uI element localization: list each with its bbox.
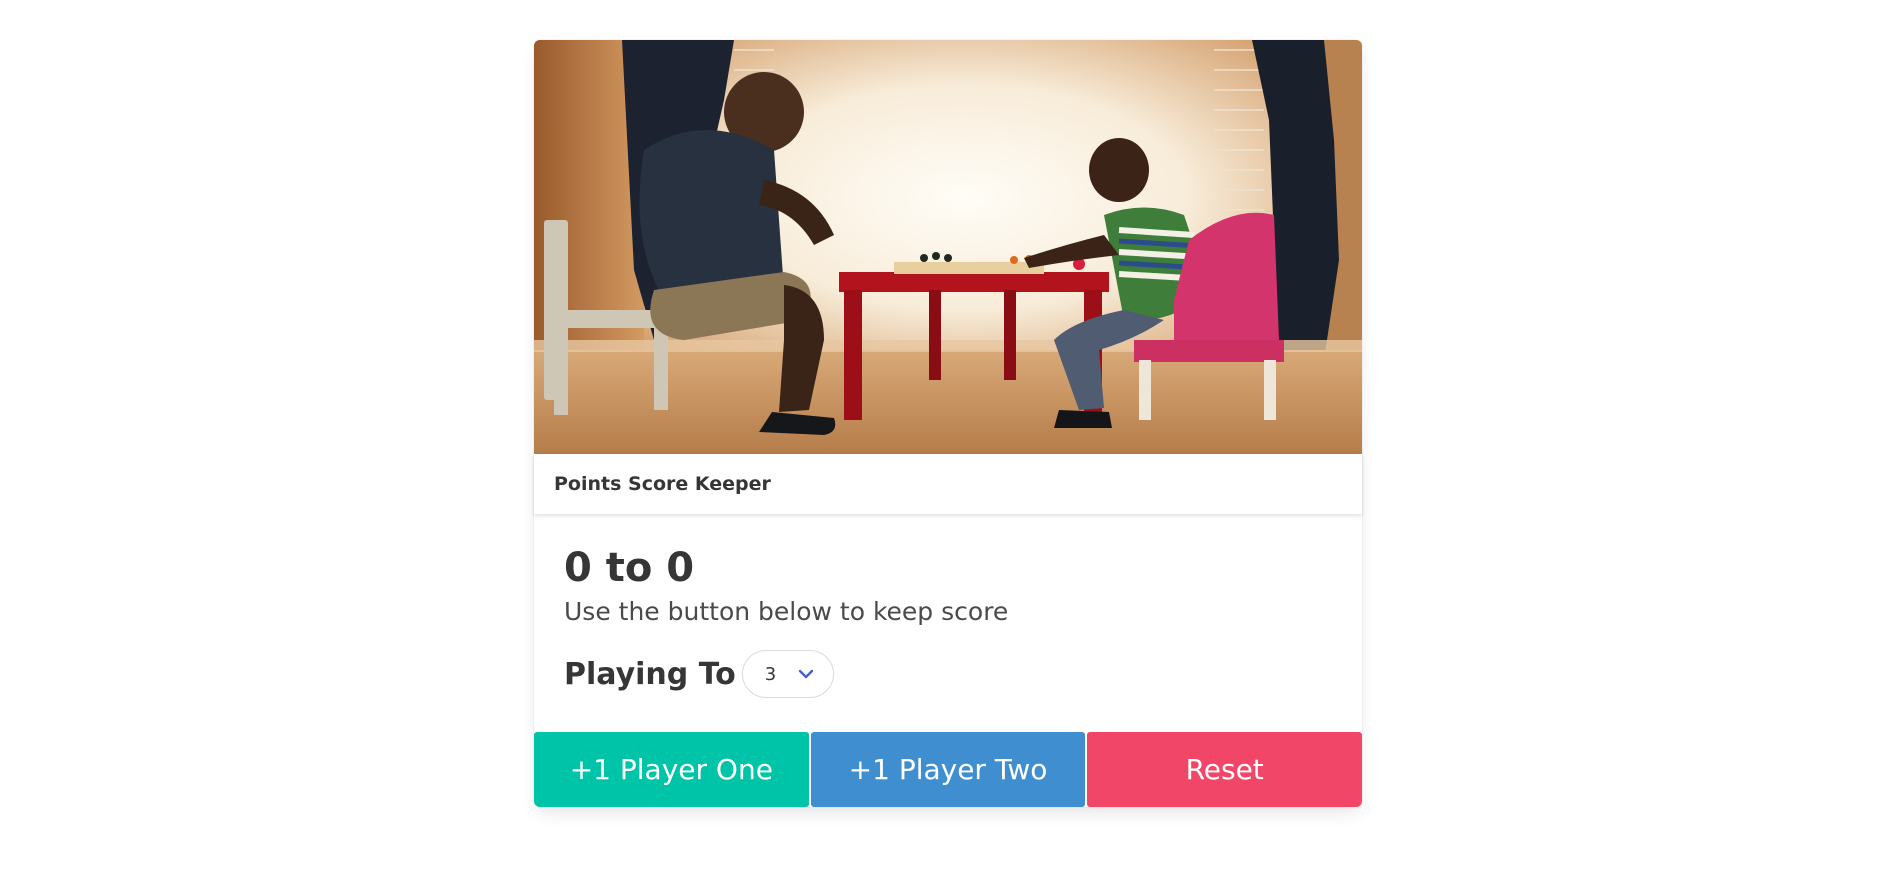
playing-to-value: 3 (764, 663, 777, 685)
score-display: 0 to 0 (564, 545, 695, 591)
card-content: 0 to 0 Use the button below to keep scor… (534, 514, 1362, 700)
chevron-down-icon (798, 669, 813, 679)
card-header: Points Score Keeper (534, 454, 1362, 514)
score-keeper-card: Points Score Keeper 0 to 0 Use the butto… (534, 40, 1363, 807)
playing-to-select[interactable]: 3 (741, 650, 834, 698)
instructions-text: Use the button below to keep score (564, 597, 1009, 626)
card-header-title: Points Score Keeper (554, 473, 771, 495)
board-game-photo (534, 40, 1362, 454)
card-image (534, 40, 1362, 454)
reset-button[interactable]: Reset (1087, 732, 1363, 807)
player-one-button[interactable]: +1 Player One (534, 732, 809, 807)
card-footer: +1 Player One +1 Player Two Reset (534, 732, 1363, 807)
playing-to-label: Playing To (564, 656, 736, 692)
playing-to-row: Playing To 3 (564, 648, 1332, 700)
player-two-button[interactable]: +1 Player Two (810, 732, 1086, 807)
